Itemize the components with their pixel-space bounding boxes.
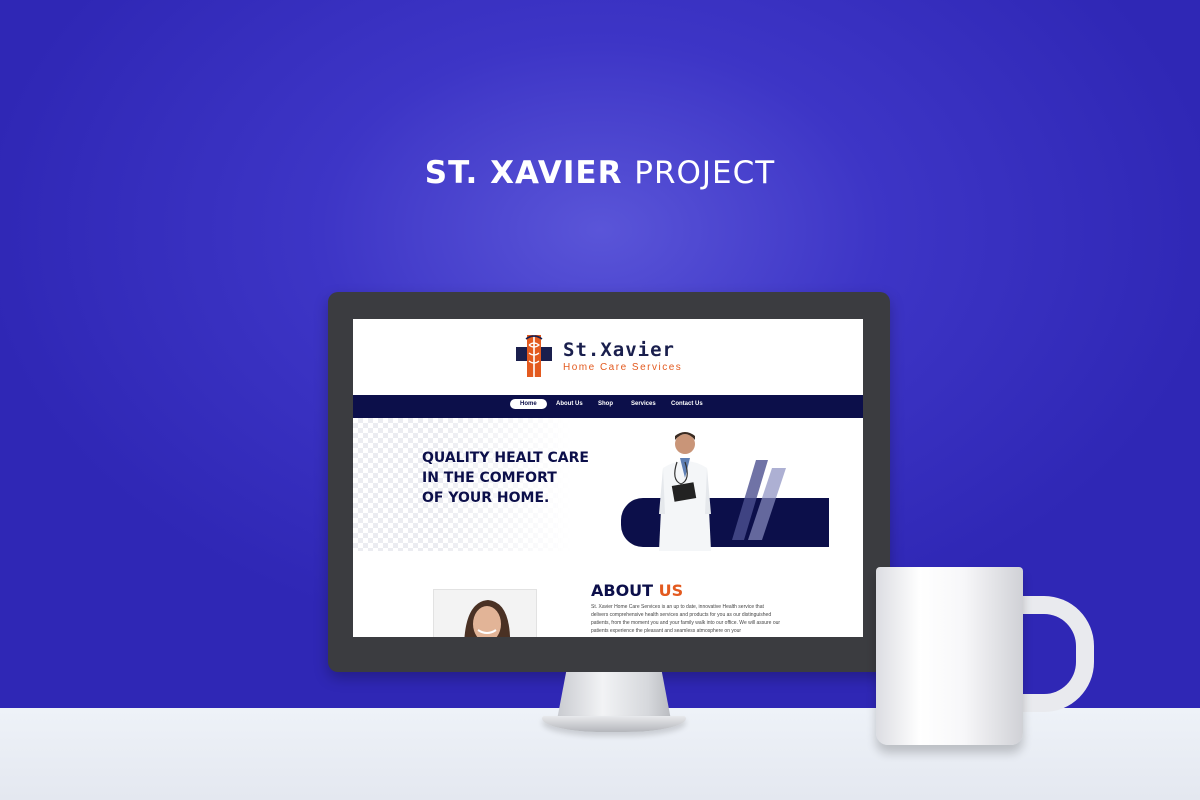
project-title: ST. XAVIER PROJECT bbox=[0, 155, 1200, 191]
site-logo-tagline: Home Care Services bbox=[563, 362, 683, 373]
project-title-bold: ST. XAVIER bbox=[424, 155, 623, 191]
hero-heading: QUALITY HEALT CARE IN THE COMFORT OF YOU… bbox=[422, 448, 622, 508]
hero-slash-graphic bbox=[732, 460, 786, 540]
monitor: St.Xavier Home Care Services Home About … bbox=[328, 292, 890, 672]
hero-line-1: QUALITY HEALT CARE bbox=[422, 450, 589, 466]
about-title: ABOUT US bbox=[591, 581, 683, 600]
doctor-image bbox=[659, 432, 711, 551]
nav-about-us[interactable]: About Us bbox=[556, 401, 583, 407]
site-nav: Home About Us Shop Services Contact Us bbox=[353, 395, 863, 418]
about-section: ABOUT US St. Xavier Home Care Services i… bbox=[353, 551, 863, 637]
hero-line-3: OF YOUR HOME. bbox=[422, 490, 550, 506]
nav-services[interactable]: Services bbox=[631, 401, 656, 407]
woman-portrait-image bbox=[464, 600, 510, 637]
monitor-stand-neck bbox=[557, 672, 671, 720]
nav-contact-us[interactable]: Contact Us bbox=[671, 401, 703, 407]
site-header: St.Xavier Home Care Services bbox=[353, 319, 863, 395]
about-title-accent: US bbox=[658, 581, 684, 600]
coffee-mug bbox=[876, 567, 1023, 745]
about-body: St. Xavier Home Care Services is an up t… bbox=[591, 604, 781, 634]
nav-shop[interactable]: Shop bbox=[598, 401, 613, 407]
hero-band bbox=[621, 498, 829, 547]
about-title-main: ABOUT bbox=[591, 581, 654, 600]
hero-section: QUALITY HEALT CARE IN THE COMFORT OF YOU… bbox=[353, 418, 863, 551]
medical-cross-caduceus-icon bbox=[516, 333, 552, 377]
website-screen: St.Xavier Home Care Services Home About … bbox=[353, 319, 863, 637]
site-logo-name[interactable]: St.Xavier bbox=[563, 339, 675, 361]
hero-line-2: IN THE COMFORT bbox=[422, 470, 557, 486]
nav-home[interactable]: Home bbox=[510, 399, 547, 409]
about-photo bbox=[433, 589, 537, 637]
project-title-light: PROJECT bbox=[634, 155, 776, 191]
